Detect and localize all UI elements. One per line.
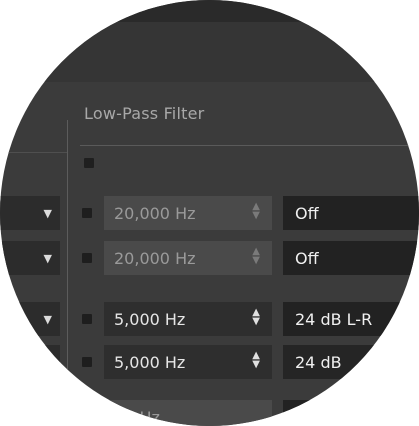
frequency-value: 20,000 Hz <box>114 204 196 223</box>
status-led-icon[interactable] <box>82 208 92 218</box>
chevron-down-icon: ▼ <box>43 356 52 369</box>
filter-row: 20 Hz <box>0 400 419 426</box>
frequency-stepper[interactable]: 20,000 Hz ▲ ▼ <box>104 196 272 230</box>
left-dropdown[interactable]: ▼ <box>0 345 60 379</box>
magnifier-view: Low-Pass Filter ▼ 20,000 Hz ▲ ▼ Off ▼ 20,… <box>0 0 419 426</box>
frequency-value: 20 Hz <box>114 408 160 426</box>
status-led-icon[interactable] <box>84 158 94 168</box>
filter-row: ▼ 20,000 Hz ▲ ▼ Off <box>0 196 419 234</box>
frequency-stepper[interactable]: 20 Hz <box>104 400 272 426</box>
up-down-arrows-icon[interactable]: ▲ ▼ <box>252 351 260 370</box>
slope-select[interactable]: 24 dB <box>283 345 419 379</box>
section-divider <box>80 145 419 146</box>
top-toolbar-strip <box>0 0 419 22</box>
left-dropdown[interactable]: ▼ <box>0 241 60 275</box>
slope-value: Off <box>295 204 319 223</box>
chevron-down-icon: ▼ <box>43 313 52 326</box>
header-strip <box>0 22 419 82</box>
chevron-down-icon: ▼ <box>43 207 52 220</box>
slope-select[interactable]: Off <box>283 196 419 230</box>
chevron-down-icon: ▼ <box>43 252 52 265</box>
frequency-stepper[interactable]: 5,000 Hz ▲ ▼ <box>104 345 272 379</box>
frequency-stepper[interactable]: 5,000 Hz ▲ ▼ <box>104 302 272 336</box>
filter-row: ▼ 5,000 Hz ▲ ▼ 24 dB <box>0 345 419 383</box>
status-led-icon[interactable] <box>82 357 92 367</box>
frequency-value: 5,000 Hz <box>114 310 186 329</box>
left-dropdown[interactable]: ▼ <box>0 196 60 230</box>
frequency-stepper[interactable]: 20,000 Hz ▲ ▼ <box>104 241 272 275</box>
slope-value: Off <box>295 249 319 268</box>
slope-select[interactable] <box>283 400 419 426</box>
filter-row: ▼ 20,000 Hz ▲ ▼ Off <box>0 241 419 279</box>
slope-value: 24 dB L-R <box>295 310 373 329</box>
status-led-icon[interactable] <box>82 314 92 324</box>
up-down-arrows-icon[interactable]: ▲ ▼ <box>252 308 260 327</box>
frequency-value: 20,000 Hz <box>114 249 196 268</box>
left-panel-divider <box>0 152 67 153</box>
low-pass-filter-title: Low-Pass Filter <box>84 104 205 123</box>
up-down-arrows-icon[interactable]: ▲ ▼ <box>252 202 260 221</box>
frequency-value: 5,000 Hz <box>114 353 186 372</box>
left-dropdown[interactable]: ▼ <box>0 302 60 336</box>
slope-value: 24 dB <box>295 353 342 372</box>
slope-select[interactable]: 24 dB L-R <box>283 302 419 336</box>
slope-select[interactable]: Off <box>283 241 419 275</box>
up-down-arrows-icon[interactable]: ▲ ▼ <box>252 247 260 266</box>
status-led-icon[interactable] <box>82 253 92 263</box>
filter-row: ▼ 5,000 Hz ▲ ▼ 24 dB L-R <box>0 302 419 340</box>
